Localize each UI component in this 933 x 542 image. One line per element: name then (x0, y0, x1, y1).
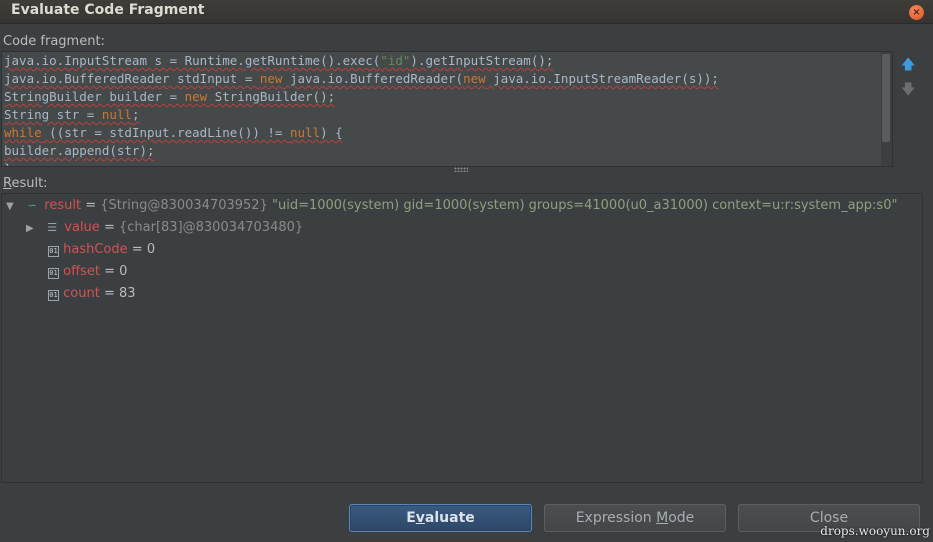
expression-mode-label-mnemonic: M (656, 510, 669, 526)
close-icon[interactable]: × (909, 5, 924, 20)
code-line[interactable]: while ((str = stdInput.readLine()) != nu… (2, 124, 892, 142)
code-token: StringBuilder builder = (4, 89, 185, 104)
code-token: java.io.InputStreamReader(s)); (485, 71, 719, 86)
result-equals: = (85, 198, 97, 213)
arrow-down-icon[interactable]: 🡇 (901, 82, 915, 98)
field-name: offset (63, 264, 100, 279)
result-name: result (44, 198, 82, 213)
code-token: java.io.BufferedReader stdInput = (4, 71, 260, 86)
field-name: value (64, 220, 100, 235)
code-token: ; (131, 107, 140, 122)
splitter-handle[interactable] (454, 167, 468, 172)
code-line[interactable]: java.io.BufferedReader stdInput = new ja… (2, 70, 892, 88)
result-value: "uid=1000(system) gid=1000(system) group… (271, 198, 898, 213)
expression-mode-label-pre: Expression (575, 510, 657, 526)
code-line-content: StringBuilder builder = new StringBuilde… (4, 89, 335, 104)
title-bar: Evaluate Code Fragment × (0, 0, 933, 24)
field-icon: 01 (48, 290, 59, 301)
code-token: ).getInputStream(); (410, 53, 554, 68)
evaluate-label-pre: E (406, 510, 416, 526)
code-line-content: } (4, 161, 12, 166)
array-icon: ☰ (47, 221, 58, 234)
field-equals: = (104, 264, 115, 279)
code-line-content: while ((str = stdInput.readLine()) != nu… (4, 125, 343, 140)
tree-row-result[interactable]: ▼ ∽ result = {String@830034703952} "uid=… (6, 195, 897, 217)
field-name: hashCode (63, 242, 128, 257)
watch-glasses-icon: ∽ (27, 199, 37, 212)
field-value: 83 (119, 286, 136, 301)
code-scrollbar[interactable] (881, 52, 892, 166)
window-title: Evaluate Code Fragment (11, 2, 205, 18)
code-string: "id" (380, 53, 411, 68)
code-scrollbar-thumb[interactable] (882, 54, 890, 142)
field-value: 0 (146, 242, 156, 257)
code-token: builder.append(str); (4, 143, 155, 158)
evaluate-button[interactable]: Evaluate (349, 504, 532, 532)
field-icon: 01 (48, 268, 59, 279)
code-keyword: new (463, 71, 486, 86)
code-line[interactable]: builder.append(str); (2, 142, 892, 160)
collapse-triangle-icon[interactable]: ▼ (6, 196, 20, 218)
result-label: Result: (3, 176, 48, 191)
arrow-up-icon[interactable]: 🡅 (901, 57, 915, 73)
watermark: drops.wooyun.org (820, 524, 930, 538)
code-line[interactable]: } (2, 160, 892, 166)
code-line[interactable]: String str = null; (2, 106, 892, 124)
tree-row-offset[interactable]: 01 offset = 0 (48, 261, 127, 283)
code-line[interactable]: java.io.InputStream s = Runtime.getRunti… (2, 52, 892, 70)
evaluate-label-post: aluate (424, 510, 475, 526)
result-tree[interactable]: ▼ ∽ result = {String@830034703952} "uid=… (1, 193, 923, 483)
field-type: {char[83]@830034703480} (118, 220, 304, 235)
code-token: } (4, 161, 12, 166)
code-line-content: java.io.InputStream s = Runtime.getRunti… (4, 53, 553, 68)
field-name: count (63, 286, 100, 301)
field-equals: = (103, 220, 115, 235)
code-editor[interactable]: java.io.InputStream s = Runtime.getRunti… (1, 51, 893, 167)
code-keyword: null (101, 107, 132, 122)
result-type: {String@830034703952} (100, 198, 268, 213)
field-icon: 01 (48, 246, 59, 257)
code-line-content: String str = null; (4, 107, 139, 122)
tree-row-value[interactable]: ▶ ☰ value = {char[83]@830034703480} (26, 217, 303, 239)
code-token: StringBuilder(); (207, 89, 336, 104)
code-keyword: new (184, 89, 208, 104)
code-token: ) { (320, 125, 343, 140)
code-token: String str = (4, 107, 102, 122)
expand-triangle-icon[interactable]: ▶ (26, 218, 40, 240)
code-fragment-label: Code fragment: (3, 34, 105, 49)
code-token: java.io.InputStream s = Runtime.getRunti… (4, 53, 381, 68)
evaluate-label-mnemonic: v (415, 510, 425, 526)
code-line[interactable]: StringBuilder builder = new StringBuilde… (2, 88, 892, 106)
code-keyword: null (290, 125, 321, 140)
code-token: ((str = stdInput.readLine()) != (41, 125, 290, 140)
expression-mode-label-post: ode (668, 510, 695, 526)
code-line-content: builder.append(str); (4, 143, 155, 158)
field-equals: = (103, 286, 115, 301)
code-token: java.io.BufferedReader( (282, 71, 464, 86)
code-keyword: while (4, 125, 42, 140)
field-value: 0 (119, 264, 128, 279)
code-line-content: java.io.BufferedReader stdInput = new ja… (4, 71, 719, 86)
result-label-rest: esult: (11, 176, 48, 191)
code-lines[interactable]: java.io.InputStream s = Runtime.getRunti… (2, 52, 892, 166)
field-equals: = (131, 242, 143, 257)
code-keyword: new (259, 71, 283, 86)
expression-mode-button[interactable]: Expression Mode (544, 504, 726, 532)
tree-row-hashcode[interactable]: 01 hashCode = 0 (48, 239, 155, 261)
tree-row-count[interactable]: 01 count = 83 (48, 283, 136, 305)
